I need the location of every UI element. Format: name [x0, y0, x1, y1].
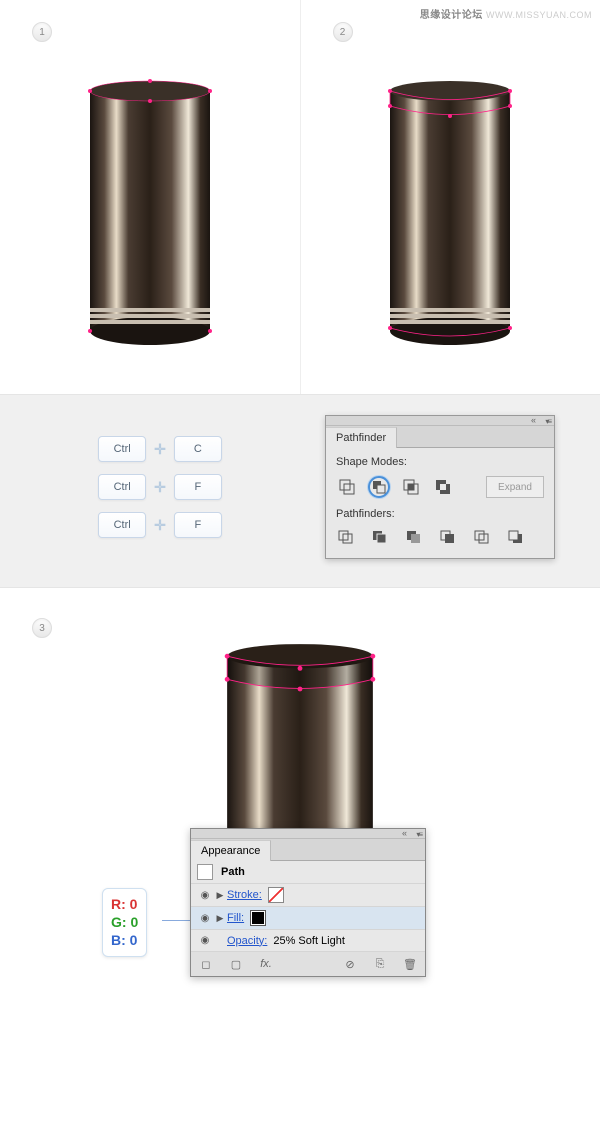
visibility-icon[interactable]: ◉	[197, 913, 213, 924]
appearance-opacity-row[interactable]: ◉ Opacity: 25% Soft Light	[191, 930, 425, 952]
panel-collapse-icon[interactable]: «	[531, 415, 536, 425]
intersect-icon[interactable]	[400, 476, 422, 498]
crop-icon[interactable]	[438, 528, 458, 546]
appearance-path-row[interactable]: Path	[191, 861, 425, 884]
key-ctrl: Ctrl	[98, 436, 146, 462]
expand-triangle-icon[interactable]: ▶	[213, 890, 227, 901]
appearance-stroke-row[interactable]: ◉ ▶ Stroke:	[191, 884, 425, 907]
step-2-badge: 2	[333, 22, 353, 42]
exclude-icon[interactable]	[432, 476, 454, 498]
step-1-badge: 1	[32, 22, 52, 42]
minus-front-icon[interactable]	[368, 476, 390, 498]
watermark: 思缘设计论坛 WWW.MISSYUAN.COM	[420, 6, 592, 21]
clear-icon[interactable]: ⊘	[341, 956, 359, 972]
thumbnail-icon	[197, 864, 213, 880]
pathfinder-panel: « ▾≡ Pathfinder Shape Modes: Expand Path…	[325, 415, 555, 559]
stroke-link[interactable]: Stroke:	[227, 889, 262, 901]
appearance-panel: « ▾≡ Appearance Path ◉ ▶ Stroke: ◉ ▶ Fil…	[190, 828, 426, 977]
key-ctrl: Ctrl	[98, 512, 146, 538]
merge-icon[interactable]	[404, 528, 424, 546]
pathfinders-label: Pathfinders:	[336, 508, 544, 520]
trim-icon[interactable]	[370, 528, 390, 546]
fill-link[interactable]: Fill:	[227, 912, 244, 924]
appearance-footer: ◻ ▢ fx. ⊘ ⎘ 🗑	[191, 952, 425, 976]
no-fill-icon[interactable]: ◻	[197, 956, 215, 972]
stroke-square-icon[interactable]: ▢	[227, 956, 245, 972]
appearance-tab[interactable]: Appearance	[191, 840, 271, 861]
shape-modes-label: Shape Modes:	[336, 456, 544, 468]
rgb-callout: R: 0 G: 0 B: 0	[102, 888, 147, 957]
visibility-icon[interactable]: ◉	[197, 890, 213, 901]
key-ctrl: Ctrl	[98, 474, 146, 500]
panel-collapse-icon[interactable]: «	[402, 828, 407, 838]
cylinder-illustration-1	[85, 76, 215, 359]
trash-icon[interactable]: 🗑	[401, 956, 419, 972]
duplicate-icon[interactable]: ⎘	[371, 956, 389, 972]
plus-icon: ✛	[154, 479, 166, 496]
expand-triangle-icon[interactable]: ▶	[213, 913, 227, 924]
plus-icon: ✛	[154, 441, 166, 458]
unite-icon[interactable]	[336, 476, 358, 498]
keyboard-shortcuts: Ctrl ✛ C Ctrl ✛ F Ctrl ✛ F	[0, 415, 300, 559]
fill-swatch-black[interactable]	[250, 910, 266, 926]
appearance-fill-row[interactable]: ◉ ▶ Fill:	[191, 907, 425, 930]
key-c: C	[174, 436, 222, 462]
outline-icon[interactable]	[472, 528, 492, 546]
opacity-link[interactable]: Opacity:	[227, 935, 267, 947]
key-f: F	[174, 474, 222, 500]
cylinder-illustration-2	[385, 76, 515, 359]
step-3-badge: 3	[32, 618, 52, 638]
key-f: F	[174, 512, 222, 538]
visibility-icon[interactable]: ◉	[197, 935, 213, 946]
divide-icon[interactable]	[336, 528, 356, 546]
plus-icon: ✛	[154, 517, 166, 534]
panel-menu-icon[interactable]: ▾≡	[416, 830, 421, 839]
pathfinder-tab[interactable]: Pathfinder	[326, 427, 397, 448]
stroke-swatch-none[interactable]	[268, 887, 284, 903]
opacity-value: 25% Soft Light	[273, 935, 345, 947]
minus-back-icon[interactable]	[506, 528, 526, 546]
expand-button[interactable]: Expand	[486, 476, 544, 498]
fx-button[interactable]: fx.	[257, 956, 275, 972]
panel-menu-icon[interactable]: ▾≡	[545, 417, 550, 426]
